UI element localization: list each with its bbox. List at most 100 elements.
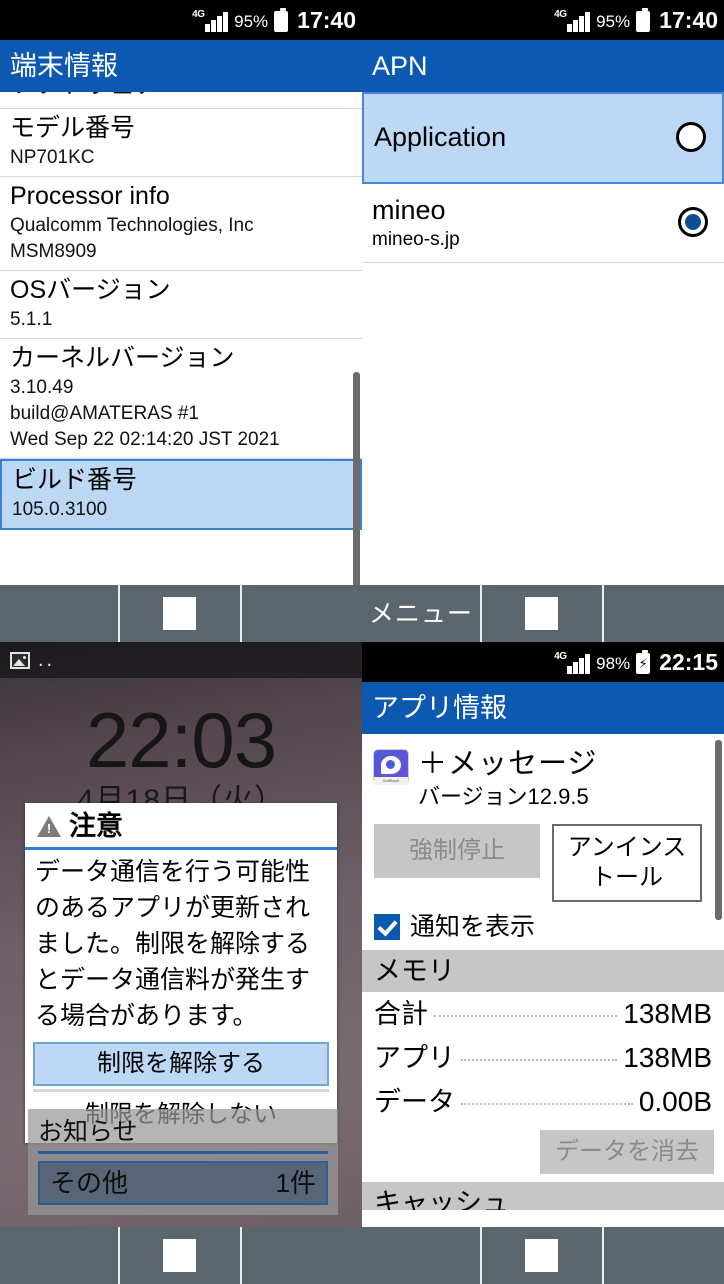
network-type-label: 4G [554,651,567,662]
nav-button-left[interactable] [362,1227,482,1284]
pane-apn: 4G 95% 17:40 APN Application mineo mineo… [362,0,724,642]
apn-value: mineo-s.jp [372,229,460,250]
apn-name: mineo [372,195,446,225]
dialog-message: データ通信を行う可能性のあるアプリが更新されました。制限を解除するとデータ通信料… [35,858,311,1030]
uninstall-button[interactable]: アンインス トール [552,824,702,902]
screenshot-grid: 4G 95% 17:40 端末情報 ソフトウェア モデル番号 NP701KC P… [0,0,724,1284]
pane-lockscreen: .. 22:03 4月18日（火） ! 注意 データ通信を行う可能性のあるアプリ… [0,642,362,1284]
app-icon-brand: SoftBank [374,777,408,785]
table-row[interactable]: Processor info Qualcomm Technologies, In… [0,177,362,271]
navigation-bar: メニュー [362,585,724,642]
memory-row-app: アプリ 138MB [362,1036,724,1080]
table-row[interactable]: OSバージョン 5.1.1 [0,271,362,339]
notification-header: お知らせ [38,1115,328,1154]
list-item-value: build@AMATERAS #1 [10,403,199,424]
list-item-title: OSバージョン [10,276,171,304]
clear-data-button[interactable]: データを消去 [540,1130,714,1174]
radio-button[interactable] [676,122,706,152]
notification-item[interactable]: その他 1件 [38,1161,328,1205]
nav-button-home[interactable] [482,1227,605,1284]
memory-key: データ [374,1087,455,1117]
table-row[interactable]: カーネルバージョン 3.10.49 build@AMATERAS #1 Wed … [0,339,362,459]
nav-button-left[interactable] [0,585,120,642]
divider [33,1089,329,1092]
allow-button[interactable]: 制限を解除する [33,1042,329,1086]
memory-row-total: 合計 138MB [362,992,724,1036]
lockscreen-topbar: .. [0,642,362,678]
nav-button-left[interactable] [0,1227,120,1284]
battery-percent-label: 95% [234,12,269,31]
nav-button-right[interactable] [604,1227,724,1284]
appbar-device-info: 端末情報 [0,40,362,92]
warning-icon: ! [37,815,61,837]
section-header-memory: メモリ [362,950,724,992]
plus-message-app-icon: SoftBank [374,750,408,785]
dot-leader [461,1059,618,1061]
memory-key: アプリ [374,1043,455,1073]
table-row[interactable]: モデル番号 NP701KC [0,109,362,177]
battery-percent-label: 95% [596,12,631,31]
nav-button-right[interactable] [242,1227,362,1284]
nav-button-home[interactable] [120,1227,243,1284]
notification-panel: お知らせ その他 1件 [28,1109,338,1215]
list-item-value: Qualcomm Technologies, Inc [10,215,254,236]
memory-value: 0.00B [638,1086,712,1117]
apn-item-mineo[interactable]: mineo mineo-s.jp [362,184,724,263]
pane-app-info: 4G 98% ⚡ 22:15 アプリ情報 SoftBank ＋メッセージ バージ… [362,642,724,1284]
battery-percent-label: 98% [596,654,631,673]
clear-data-row: データを消去 [362,1124,724,1182]
checkbox-checked-icon[interactable] [374,914,400,940]
lockscreen-clock: 22:03 [85,696,277,784]
warning-dialog: ! 注意 データ通信を行う可能性のあるアプリが更新されました。制限を解除するとデ… [25,803,337,1143]
page-title: APN [372,51,428,81]
status-bar-app-info: 4G 98% ⚡ 22:15 [362,642,724,682]
list-item-title: カーネルバージョン [10,344,235,372]
checkbox-label: 通知を表示 [410,913,536,941]
square-icon [525,597,559,630]
network-type-label: 4G [192,9,205,20]
appbar-app-info: アプリ情報 [362,682,724,734]
square-icon [163,597,197,630]
notification-item-count: 1件 [275,1168,316,1198]
square-icon [163,1239,197,1272]
dot-leader [434,1015,618,1017]
list-item-value: MSM8909 [10,241,97,262]
list-item-title: ビルド番号 [12,466,138,494]
battery-icon [636,8,651,32]
battery-charging-icon: ⚡ [636,650,651,674]
page-title: アプリ情報 [372,693,507,723]
device-info-list: ソフトウェア モデル番号 NP701KC Processor info Qual… [0,92,362,642]
apn-item-application[interactable]: Application [362,92,724,184]
page-title: 端末情報 [10,51,118,81]
section-header-cache: キャッシュ [362,1182,724,1210]
force-stop-button[interactable]: 強制停止 [374,824,540,878]
status-clock: 17:40 [297,7,356,33]
app-version: バージョン12.9.5 [418,784,589,809]
status-clock: 22:15 [659,649,718,675]
radio-button-selected[interactable] [678,207,708,237]
nav-button-menu[interactable]: メニュー [362,585,482,642]
memory-value: 138MB [623,1042,712,1073]
navigation-bar [362,1227,724,1284]
nav-button-right[interactable] [242,585,362,642]
navigation-bar [0,1227,362,1284]
vertical-scrollbar[interactable] [715,740,722,920]
table-row-selected[interactable]: ビルド番号 105.0.3100 [0,459,362,530]
show-notifications-row[interactable]: 通知を表示 [362,910,724,950]
list-item-value: 105.0.3100 [12,499,108,520]
signal-icon: 4G [192,9,229,32]
pane-device-info: 4G 95% 17:40 端末情報 ソフトウェア モデル番号 NP701KC P… [0,0,362,642]
battery-icon [274,8,289,32]
list-item-title: ソフトウェア [10,92,352,98]
memory-key: 合計 [374,999,428,1029]
list-item-title: モデル番号 [10,114,136,142]
nav-button-home[interactable] [120,585,243,642]
list-item-clipped[interactable]: ソフトウェア [0,92,362,109]
status-bar-device-info: 4G 95% 17:40 [0,0,362,40]
apn-list: Application mineo mineo-s.jp [362,92,724,263]
nav-button-right[interactable] [604,585,724,642]
apn-name: Application [374,122,507,152]
image-icon [10,651,30,669]
nav-button-home[interactable] [482,585,605,642]
app-name: ＋メッセージ [418,748,598,780]
